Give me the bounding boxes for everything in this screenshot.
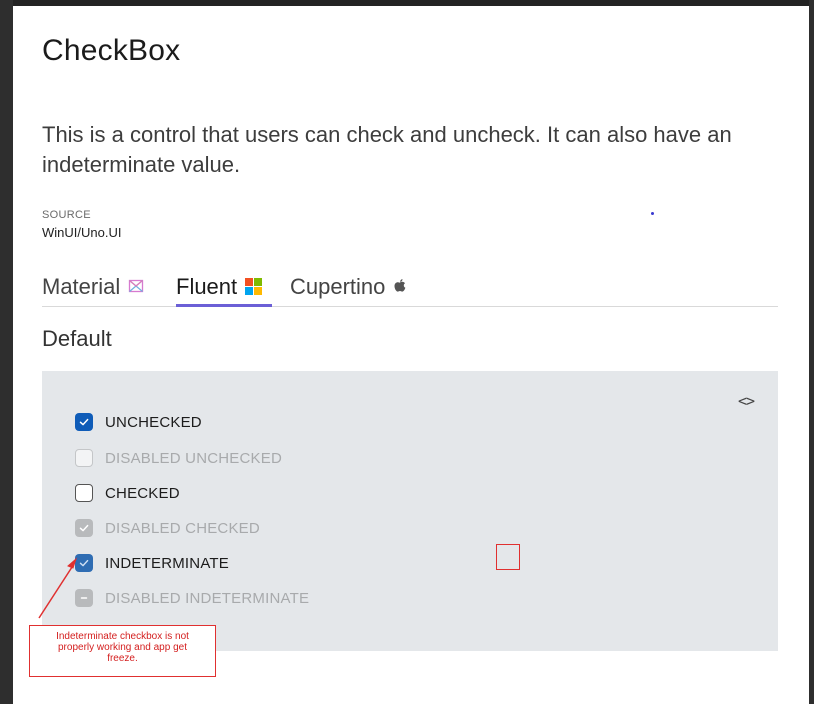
- checkbox-indeterminate[interactable]: INDETERMINATE: [75, 552, 229, 574]
- page-description: This is a control that users can check a…: [42, 122, 732, 177]
- checkbox-disabled-unchecked: DISABLED UNCHECKED: [75, 447, 282, 469]
- checkbox-box[interactable]: [75, 484, 93, 502]
- window-frame-right: [809, 0, 814, 704]
- apple-icon: [393, 274, 407, 300]
- checkbox-box: [75, 589, 93, 607]
- checkbox-box: [75, 519, 93, 537]
- checkbox-label: INDETERMINATE: [105, 554, 229, 572]
- checkmark-icon: [79, 418, 89, 426]
- checkbox-label: DISABLED CHECKED: [105, 519, 260, 537]
- annotation-line: Indeterminate checkbox is not: [56, 631, 189, 642]
- checkbox-disabled-checked: DISABLED CHECKED: [75, 517, 260, 539]
- material-icon: [128, 274, 144, 300]
- annotation-line: freeze.: [107, 653, 138, 664]
- design-system-tabs: Material Fluent Cupertino: [42, 268, 778, 307]
- sample-panel: <> UNCHECKED DISABLED UNCHECKED CHECKED …: [42, 371, 778, 651]
- tab-material-label: Material: [42, 273, 121, 299]
- annotation-note: Indeterminate checkbox is not properly w…: [29, 625, 216, 677]
- checkmark-icon: [79, 524, 89, 532]
- window-frame-left: [0, 0, 13, 704]
- checkbox-box[interactable]: [75, 554, 93, 572]
- checkmark-icon: [79, 559, 89, 567]
- indeterminate-dash-icon: [80, 597, 88, 599]
- checkbox-unchecked[interactable]: UNCHECKED: [75, 411, 202, 433]
- checkbox-disabled-indeterminate: DISABLED INDETERMINATE: [75, 587, 309, 609]
- tab-material[interactable]: Material: [42, 268, 144, 305]
- checkbox-box: [75, 449, 93, 467]
- tab-cupertino[interactable]: Cupertino: [290, 268, 407, 305]
- tab-fluent[interactable]: Fluent: [176, 268, 263, 305]
- tab-fluent-label: Fluent: [176, 273, 238, 299]
- checkbox-label: DISABLED INDETERMINATE: [105, 589, 310, 607]
- page-title: CheckBox: [42, 34, 181, 67]
- tab-cupertino-label: Cupertino: [290, 273, 386, 299]
- selected-tab-indicator: [176, 304, 272, 307]
- stray-dot: [651, 212, 654, 215]
- annotation-line: properly working and app get: [58, 642, 187, 653]
- checkbox-checked[interactable]: CHECKED: [75, 482, 180, 504]
- section-title: Default: [42, 326, 112, 351]
- checkbox-label: CHECKED: [105, 484, 180, 502]
- code-view-toggle-button[interactable]: <>: [732, 391, 760, 411]
- source-value: WinUI/Uno.UI: [42, 225, 122, 240]
- annotation-highlight-box: [496, 544, 520, 570]
- checkbox-label: UNCHECKED: [105, 413, 202, 431]
- checkbox-box[interactable]: [75, 413, 93, 431]
- checkbox-label: DISABLED UNCHECKED: [105, 449, 282, 467]
- windows-logo-icon: [245, 278, 263, 295]
- source-label: SOURCE: [42, 209, 91, 221]
- checkbox-sample-page: CheckBox This is a control that users ca…: [13, 6, 809, 704]
